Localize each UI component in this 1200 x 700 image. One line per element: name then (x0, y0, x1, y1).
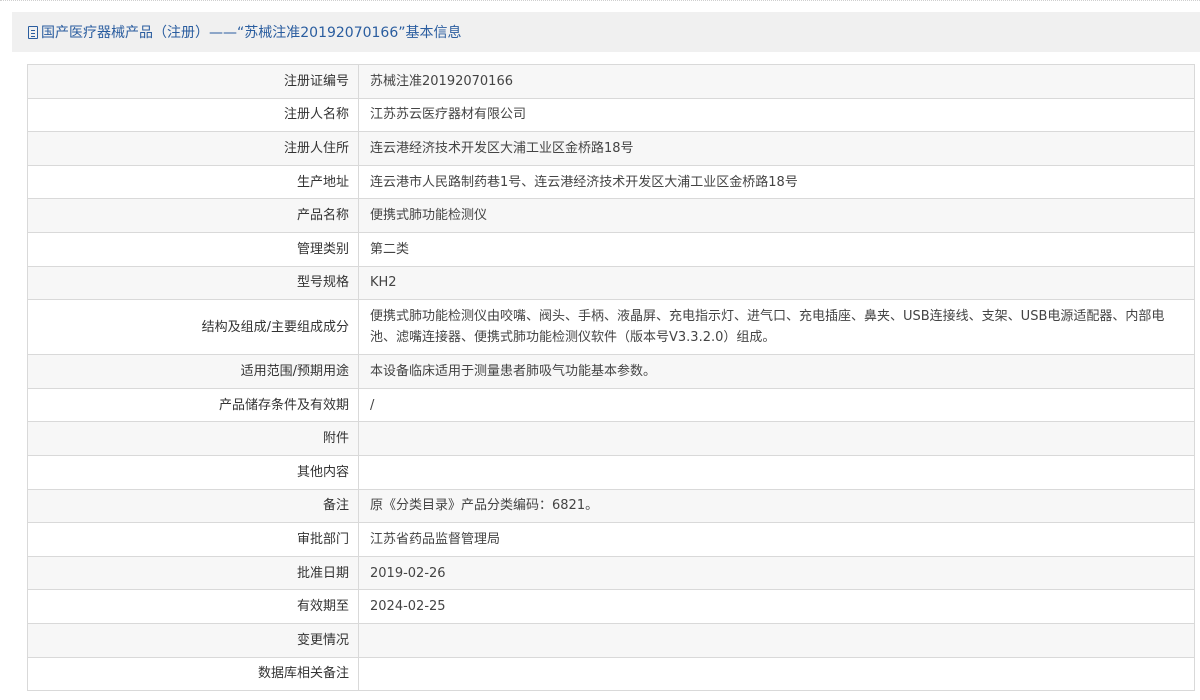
top-divider (0, 0, 1200, 12)
table-row: 审批部门 江苏省药品监督管理局 (27, 522, 1195, 557)
field-value-database-notes (358, 656, 1195, 692)
detail-frame: 国产医疗器械产品（注册）——“苏械注准20192070166”基本信息 注册证编… (12, 12, 1200, 700)
field-label-approval-date: 批准日期 (27, 555, 359, 591)
page-title: 国产医疗器械产品（注册）——“苏械注准20192070166”基本信息 (41, 25, 462, 41)
field-label-valid-until: 有效期至 (27, 589, 359, 624)
field-value-product-name: 便携式肺功能检测仪 (358, 198, 1195, 233)
field-value-remarks: 原《分类目录》产品分类编码：6821。 (358, 488, 1195, 524)
field-value-changes (358, 622, 1195, 658)
field-value-registrant-address: 连云港经济技术开发区大浦工业区金桥路18号 (358, 131, 1195, 166)
field-label-attachments: 附件 (27, 421, 359, 456)
table-row: 注册证编号 苏械注准20192070166 (27, 64, 1195, 99)
table-row: 管理类别 第二类 (27, 231, 1195, 267)
document-icon (28, 25, 38, 39)
field-label-structure-composition: 结构及组成/主要组成成分 (27, 299, 359, 356)
field-label-registrant-address: 注册人住所 (27, 131, 359, 166)
field-label-management-class: 管理类别 (27, 231, 359, 267)
field-value-attachments (358, 421, 1195, 456)
table-row: 产品名称 便携式肺功能检测仪 (27, 198, 1195, 233)
field-label-other-content: 其他内容 (27, 454, 359, 490)
field-label-changes: 变更情况 (27, 622, 359, 658)
field-value-intended-use: 本设备临床适用于测量患者肺吸气功能基本参数。 (358, 354, 1195, 389)
field-value-valid-until: 2024-02-25 (358, 589, 1195, 624)
info-panel: 注册证编号 苏械注准20192070166 注册人名称 江苏苏云医疗器材有限公司… (12, 52, 1200, 700)
field-value-registration-number: 苏械注准20192070166 (358, 64, 1195, 99)
field-value-model-spec: KH2 (358, 265, 1195, 301)
table-row: 产品储存条件及有效期 / (27, 387, 1195, 423)
table-row: 生产地址 连云港市人民路制药巷1号、连云港经济技术开发区大浦工业区金桥路18号 (27, 164, 1195, 200)
field-label-remarks: 备注 (27, 488, 359, 524)
field-value-registrant-name: 江苏苏云医疗器材有限公司 (358, 97, 1195, 133)
table-row: 结构及组成/主要组成成分 便携式肺功能检测仪由咬嘴、阀头、手柄、液晶屏、充电指示… (27, 299, 1195, 356)
table-row: 批准日期 2019-02-26 (27, 555, 1195, 591)
field-label-registration-number: 注册证编号 (27, 64, 359, 99)
field-label-model-spec: 型号规格 (27, 265, 359, 301)
field-label-database-notes: 数据库相关备注 (27, 656, 359, 692)
table-row: 注册人名称 江苏苏云医疗器材有限公司 (27, 97, 1195, 133)
table-row: 型号规格 KH2 (27, 265, 1195, 301)
field-label-registrant-name: 注册人名称 (27, 97, 359, 133)
field-value-approval-department: 江苏省药品监督管理局 (358, 522, 1195, 557)
table-row: 附件 (27, 421, 1195, 456)
field-value-other-content (358, 454, 1195, 490)
info-table: 注册证编号 苏械注准20192070166 注册人名称 江苏苏云医疗器材有限公司… (27, 64, 1195, 692)
field-value-production-address: 连云港市人民路制药巷1号、连云港经济技术开发区大浦工业区金桥路18号 (358, 164, 1195, 200)
field-label-storage-validity: 产品储存条件及有效期 (27, 387, 359, 423)
field-value-structure-composition: 便携式肺功能检测仪由咬嘴、阀头、手柄、液晶屏、充电指示灯、进气口、充电插座、鼻夹… (358, 299, 1195, 356)
table-row: 有效期至 2024-02-25 (27, 589, 1195, 624)
field-label-approval-department: 审批部门 (27, 522, 359, 557)
table-row: 备注 原《分类目录》产品分类编码：6821。 (27, 488, 1195, 524)
field-label-production-address: 生产地址 (27, 164, 359, 200)
table-row: 数据库相关备注 (27, 656, 1195, 692)
page-title-bar: 国产医疗器械产品（注册）——“苏械注准20192070166”基本信息 (12, 12, 1200, 52)
table-row: 适用范围/预期用途 本设备临床适用于测量患者肺吸气功能基本参数。 (27, 354, 1195, 389)
table-row: 注册人住所 连云港经济技术开发区大浦工业区金桥路18号 (27, 131, 1195, 166)
table-row: 其他内容 (27, 454, 1195, 490)
field-value-management-class: 第二类 (358, 231, 1195, 267)
field-value-approval-date: 2019-02-26 (358, 555, 1195, 591)
table-row: 变更情况 (27, 622, 1195, 658)
field-value-storage-validity: / (358, 387, 1195, 423)
field-label-intended-use: 适用范围/预期用途 (27, 354, 359, 389)
field-label-product-name: 产品名称 (27, 198, 359, 233)
